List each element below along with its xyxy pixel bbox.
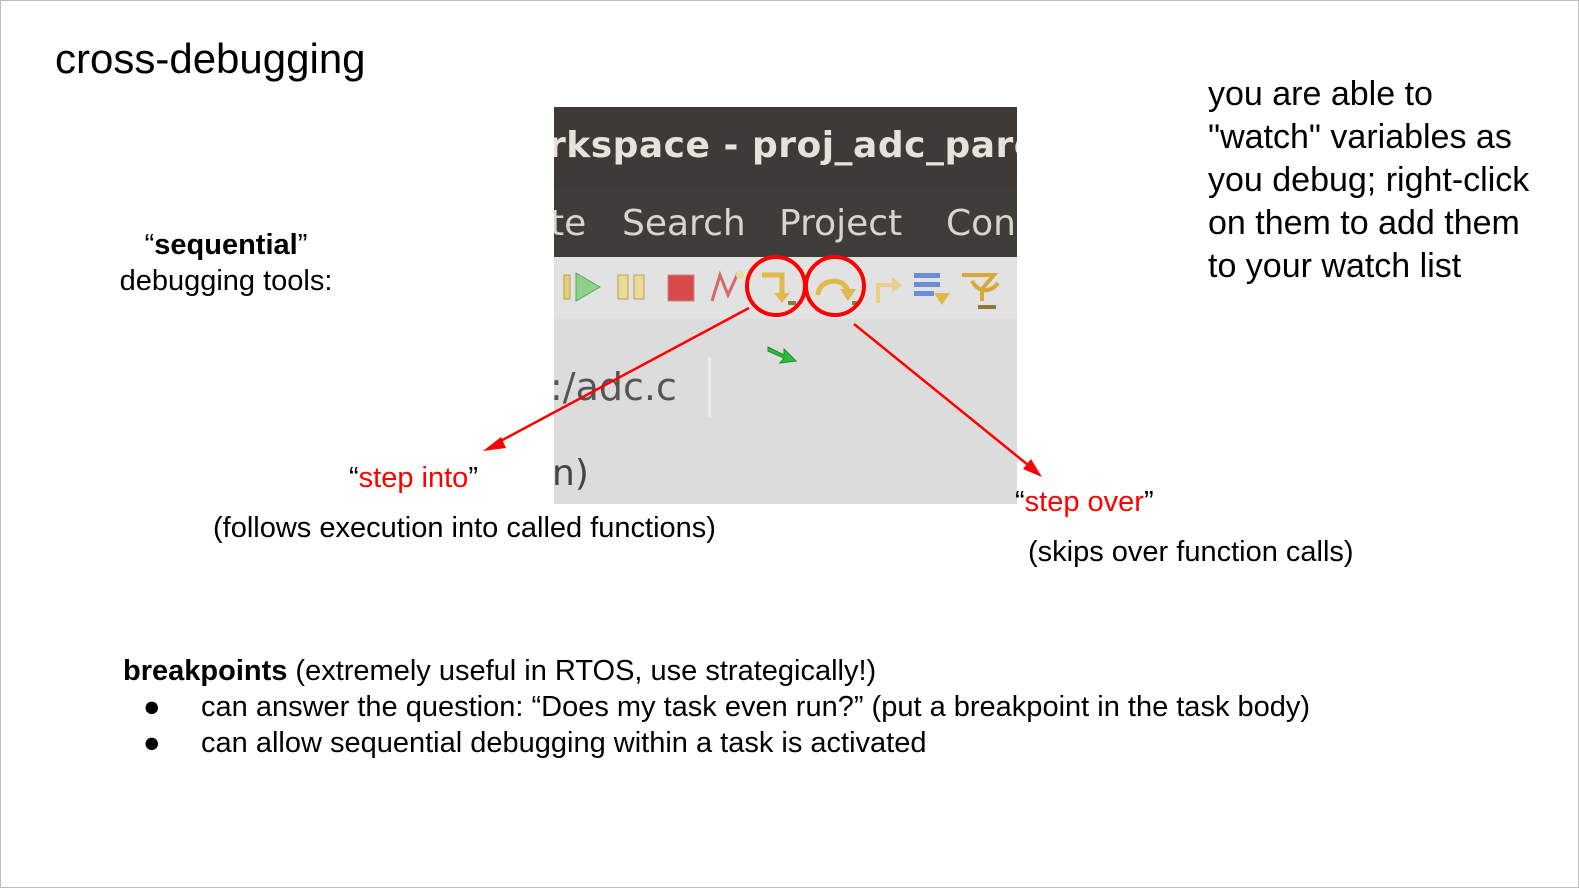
- open-quote: “: [349, 462, 359, 494]
- step-over-description: (skips over function calls): [1028, 536, 1354, 568]
- bullet: ●: [143, 691, 161, 723]
- step-into-arrow-line: [494, 306, 750, 446]
- breakpoints-section: breakpoints (extremely useful in RTOS, u…: [123, 653, 1310, 761]
- bullet: ●: [143, 727, 161, 759]
- breakpoints-keyword: breakpoints: [123, 655, 288, 687]
- step-over-arrow-line: [853, 323, 1034, 470]
- list-item: ● can answer the question: “Does my task …: [123, 689, 1310, 725]
- step-into-description: (follows execution into called functions…: [213, 512, 716, 544]
- step-into-label: “step into”: [349, 461, 478, 495]
- slide: cross-debugging “sequential” debugging t…: [0, 0, 1579, 888]
- breakpoints-list: ● can answer the question: “Does my task …: [123, 689, 1310, 761]
- breakpoints-subtitle: (extremely useful in RTOS, use strategic…: [287, 655, 877, 687]
- step-over-text: step over: [1024, 486, 1144, 518]
- open-quote: “: [1015, 486, 1025, 518]
- step-into-text: step into: [358, 462, 469, 494]
- close-quote: ”: [468, 462, 478, 494]
- list-item: ● can allow sequential debugging within a…: [123, 725, 1310, 761]
- step-into-highlight-circle: [745, 255, 807, 317]
- breakpoints-heading: breakpoints (extremely useful in RTOS, u…: [123, 653, 1310, 689]
- step-over-label: “step over”: [1015, 485, 1154, 519]
- step-over-highlight-circle: [804, 255, 866, 317]
- list-item-text: can allow sequential debugging within a …: [201, 727, 927, 759]
- close-quote: ”: [1143, 486, 1154, 518]
- list-item-text: can answer the question: “Does my task e…: [201, 691, 1311, 723]
